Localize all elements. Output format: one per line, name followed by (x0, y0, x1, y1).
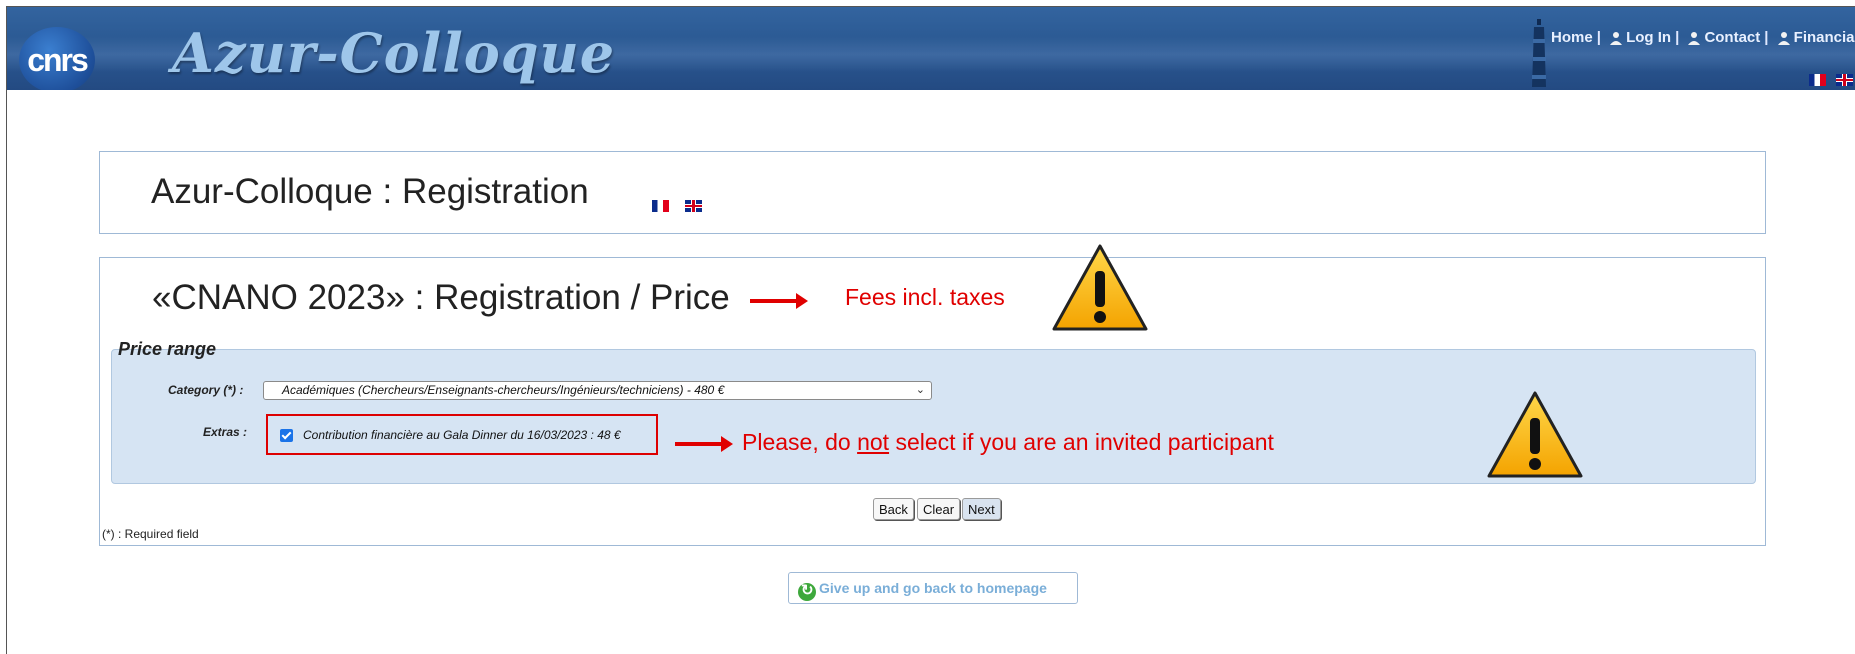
nav-financial[interactable]: Financial (1794, 29, 1855, 46)
annotation-arrow-icon (750, 293, 808, 309)
french-flag-icon[interactable] (1809, 73, 1826, 86)
lighthouse-icon (1532, 19, 1546, 87)
nav-separator: | (1596, 29, 1601, 46)
category-label: Category (*) : (168, 383, 244, 397)
price-panel-title: «CNANO 2023» : Registration / Price (152, 278, 730, 317)
user-icon (1688, 32, 1701, 45)
back-button[interactable]: Back (873, 498, 914, 520)
extras-highlight-box: Contribution financière au Gala Dinner d… (266, 414, 658, 455)
nav-separator: | (1764, 29, 1769, 46)
category-selected-value: Académiques (Chercheurs/Enseignants-cher… (282, 383, 725, 397)
gala-dinner-checkbox[interactable] (280, 429, 293, 442)
note-text-emphasis: not (857, 429, 890, 455)
next-button[interactable]: Next (962, 498, 1001, 520)
refresh-icon (798, 581, 816, 601)
nav-log-in[interactable]: Log In (1626, 29, 1671, 46)
annotation-arrow-icon (675, 436, 733, 452)
give-up-button[interactable]: Give up and go back to homepage (788, 572, 1078, 604)
language-flags (1809, 71, 1854, 89)
cnrs-logo[interactable]: cnrs (19, 27, 95, 90)
site-header: cnrs Azur-Colloque Home | Log In | Contact… (7, 7, 1855, 90)
top-navigation: Home | Log In | Contact | Financial (1551, 29, 1855, 46)
nav-separator: | (1675, 29, 1680, 46)
gala-dinner-option-label[interactable]: Contribution financière au Gala Dinner d… (303, 428, 621, 442)
extras-label: Extras : (203, 425, 248, 439)
invited-participant-note: Please, do not select if you are an invi… (742, 429, 1274, 456)
required-field-note: (*) : Required field (102, 527, 199, 541)
nav-home[interactable]: Home (1551, 29, 1593, 46)
category-select[interactable]: Académiques (Chercheurs/Enseignants-cher… (263, 381, 932, 400)
fees-note: Fees incl. taxes (845, 284, 1005, 310)
give-up-label[interactable]: Give up and go back to homepage (819, 580, 1047, 596)
clear-button[interactable]: Clear (917, 498, 961, 520)
panel-language-flags (652, 197, 703, 215)
french-flag-icon[interactable] (652, 199, 669, 212)
chevron-down-icon: ⌄ (915, 384, 925, 396)
user-icon (1777, 32, 1790, 45)
nav-contact[interactable]: Contact (1704, 29, 1760, 46)
english-flag-icon[interactable] (1836, 73, 1854, 86)
note-text-post: select if you are an invited participant (889, 429, 1274, 455)
price-range-legend: Price range (118, 339, 217, 359)
warning-icon (1052, 244, 1148, 331)
site-brand[interactable]: Azur-Colloque (172, 21, 615, 85)
note-text-pre: Please, do (742, 429, 858, 455)
page-title: Azur-Colloque : Registration (151, 172, 589, 211)
user-icon (1610, 32, 1623, 45)
english-flag-icon[interactable] (685, 199, 703, 212)
warning-icon (1487, 391, 1583, 478)
registration-title-panel: Azur-Colloque : Registration (99, 151, 1766, 234)
